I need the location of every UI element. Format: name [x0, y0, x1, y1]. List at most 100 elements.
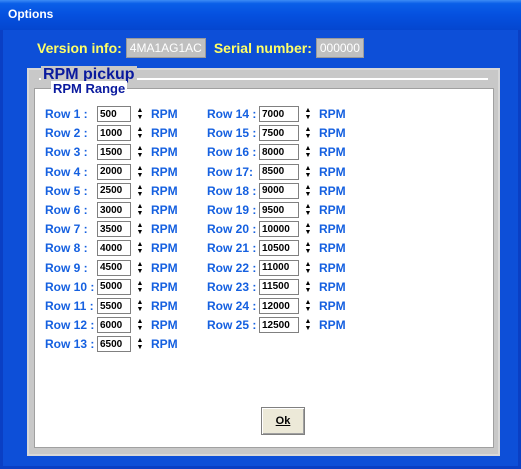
rpm-row-spinner[interactable]: ▲ ▼ [133, 260, 147, 276]
rpm-row-spinner[interactable]: ▲ ▼ [301, 202, 315, 218]
spin-down-icon[interactable]: ▼ [305, 248, 312, 255]
spin-up-icon[interactable]: ▲ [305, 107, 312, 114]
rpm-row-spinner[interactable]: ▲ ▼ [301, 106, 315, 122]
rpm-row-input[interactable] [97, 278, 131, 295]
spin-down-icon[interactable]: ▼ [137, 172, 144, 179]
rpm-row-spinner[interactable]: ▲ ▼ [133, 240, 147, 256]
rpm-row-input[interactable] [97, 106, 131, 122]
rpm-row-spinner[interactable]: ▲ ▼ [133, 144, 147, 160]
spin-up-icon[interactable]: ▲ [305, 184, 312, 191]
spin-down-icon[interactable]: ▼ [137, 344, 144, 351]
rpm-row-input[interactable] [259, 182, 299, 199]
spin-down-icon[interactable]: ▼ [305, 287, 312, 294]
spin-down-icon[interactable]: ▼ [305, 268, 312, 275]
spin-up-icon[interactable]: ▲ [305, 299, 312, 306]
spin-up-icon[interactable]: ▲ [137, 280, 144, 287]
rpm-row-input[interactable] [97, 144, 131, 161]
spin-down-icon[interactable]: ▼ [137, 210, 144, 217]
spin-up-icon[interactable]: ▲ [137, 337, 144, 344]
rpm-row-input[interactable] [97, 125, 131, 142]
spin-down-icon[interactable]: ▼ [137, 191, 144, 198]
rpm-row-spinner[interactable]: ▲ ▼ [133, 298, 147, 314]
rpm-row-spinner[interactable]: ▲ ▼ [301, 144, 315, 160]
spin-down-icon[interactable]: ▼ [305, 191, 312, 198]
ok-button[interactable]: Ok [261, 407, 305, 435]
rpm-row-spinner[interactable]: ▲ ▼ [133, 336, 147, 352]
rpm-row-input[interactable] [97, 163, 131, 180]
rpm-row-spinner[interactable]: ▲ ▼ [301, 260, 315, 276]
spin-up-icon[interactable]: ▲ [137, 261, 144, 268]
spin-down-icon[interactable]: ▼ [305, 210, 312, 217]
spin-up-icon[interactable]: ▲ [305, 222, 312, 229]
rpm-row-spinner[interactable]: ▲ ▼ [301, 183, 315, 199]
rpm-row-spinner[interactable]: ▲ ▼ [301, 125, 315, 141]
spin-up-icon[interactable]: ▲ [137, 184, 144, 191]
spin-up-icon[interactable]: ▲ [137, 241, 144, 248]
spin-down-icon[interactable]: ▼ [305, 306, 312, 313]
spin-down-icon[interactable]: ▼ [305, 325, 312, 332]
rpm-row-input[interactable] [97, 182, 131, 199]
rpm-row-input[interactable] [259, 298, 299, 314]
spin-down-icon[interactable]: ▼ [137, 287, 144, 294]
spin-up-icon[interactable]: ▲ [137, 126, 144, 133]
rpm-row-input[interactable] [97, 259, 131, 276]
spin-up-icon[interactable]: ▲ [305, 145, 312, 152]
rpm-row-input[interactable] [259, 259, 299, 276]
spin-down-icon[interactable]: ▼ [137, 133, 144, 140]
spin-down-icon[interactable]: ▼ [305, 172, 312, 179]
spin-down-icon[interactable]: ▼ [305, 133, 312, 140]
spin-up-icon[interactable]: ▲ [305, 280, 312, 287]
spin-up-icon[interactable]: ▲ [305, 203, 312, 210]
rpm-row-spinner[interactable]: ▲ ▼ [133, 221, 147, 237]
rpm-row-input[interactable] [97, 298, 131, 314]
rpm-row-spinner[interactable]: ▲ ▼ [301, 317, 315, 333]
spin-down-icon[interactable]: ▼ [305, 229, 312, 236]
spin-up-icon[interactable]: ▲ [137, 145, 144, 152]
spin-down-icon[interactable]: ▼ [137, 114, 144, 121]
rpm-row-spinner[interactable]: ▲ ▼ [133, 164, 147, 180]
rpm-row-spinner[interactable]: ▲ ▼ [133, 106, 147, 122]
rpm-row-spinner[interactable]: ▲ ▼ [133, 183, 147, 199]
spin-up-icon[interactable]: ▲ [137, 107, 144, 114]
rpm-row-spinner[interactable]: ▲ ▼ [301, 298, 315, 314]
spin-down-icon[interactable]: ▼ [305, 114, 312, 121]
spin-down-icon[interactable]: ▼ [137, 268, 144, 275]
spin-up-icon[interactable]: ▲ [137, 165, 144, 172]
rpm-row-input[interactable] [97, 202, 131, 218]
spin-up-icon[interactable]: ▲ [137, 222, 144, 229]
rpm-row-input[interactable] [259, 106, 299, 122]
rpm-row-spinner[interactable]: ▲ ▼ [133, 279, 147, 295]
rpm-row-input[interactable] [259, 221, 299, 238]
spin-up-icon[interactable]: ▲ [305, 241, 312, 248]
rpm-row-input[interactable] [97, 221, 131, 238]
rpm-row-input[interactable] [97, 336, 131, 353]
rpm-row-input[interactable] [259, 144, 299, 161]
spin-up-icon[interactable]: ▲ [137, 203, 144, 210]
spin-down-icon[interactable]: ▼ [137, 248, 144, 255]
rpm-row-input[interactable] [97, 240, 131, 257]
spin-down-icon[interactable]: ▼ [137, 306, 144, 313]
rpm-row-input[interactable] [259, 317, 299, 334]
rpm-row-spinner[interactable]: ▲ ▼ [133, 125, 147, 141]
title-bar[interactable]: Options [0, 0, 521, 30]
spin-up-icon[interactable]: ▲ [305, 126, 312, 133]
spin-down-icon[interactable]: ▼ [137, 229, 144, 236]
rpm-row-input[interactable] [259, 163, 299, 180]
spin-up-icon[interactable]: ▲ [305, 261, 312, 268]
rpm-row-input[interactable] [259, 278, 299, 295]
rpm-row-input[interactable] [259, 240, 299, 257]
rpm-row-input[interactable] [259, 125, 299, 142]
rpm-row-spinner[interactable]: ▲ ▼ [301, 240, 315, 256]
rpm-row-spinner[interactable]: ▲ ▼ [301, 164, 315, 180]
rpm-row-input[interactable] [97, 317, 131, 334]
rpm-row-spinner[interactable]: ▲ ▼ [301, 221, 315, 237]
spin-up-icon[interactable]: ▲ [305, 318, 312, 325]
rpm-row-spinner[interactable]: ▲ ▼ [133, 317, 147, 333]
rpm-row-input[interactable] [259, 202, 299, 218]
spin-down-icon[interactable]: ▼ [137, 152, 144, 159]
spin-up-icon[interactable]: ▲ [137, 299, 144, 306]
spin-up-icon[interactable]: ▲ [305, 165, 312, 172]
rpm-row-spinner[interactable]: ▲ ▼ [301, 279, 315, 295]
spin-up-icon[interactable]: ▲ [137, 318, 144, 325]
spin-down-icon[interactable]: ▼ [305, 152, 312, 159]
